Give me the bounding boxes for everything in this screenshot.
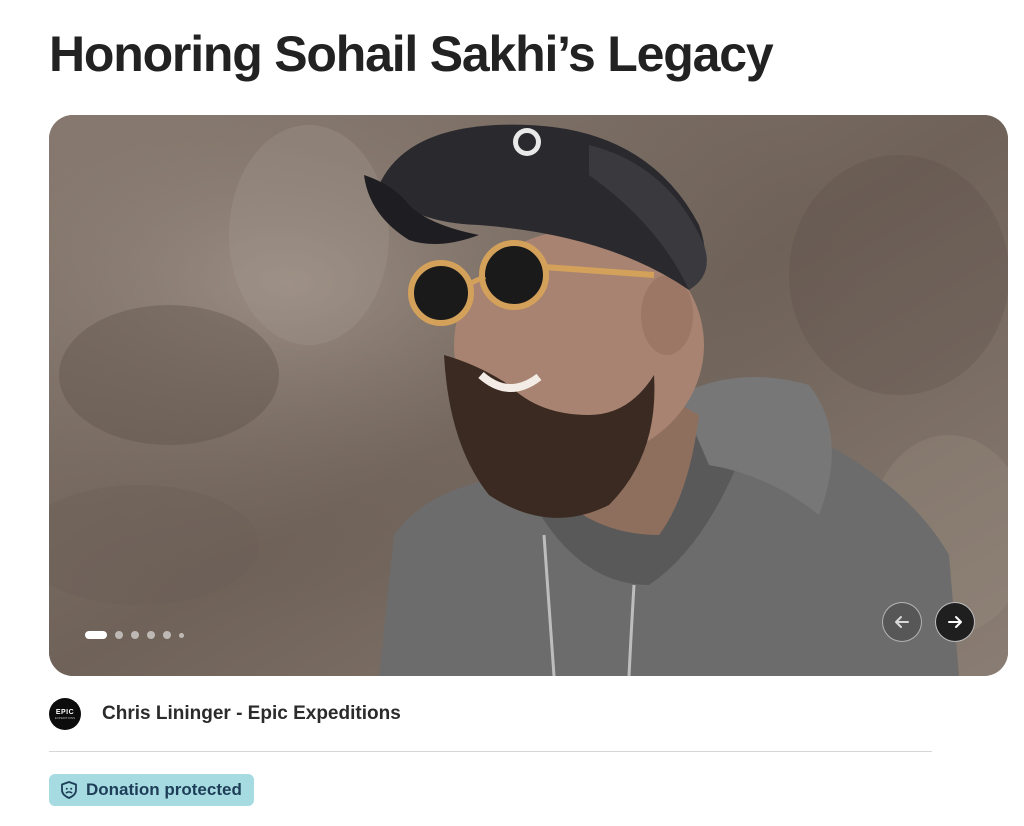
shield-icon [61, 781, 77, 799]
carousel-indicators [85, 631, 184, 639]
carousel-dot[interactable] [179, 632, 184, 638]
page-title: Honoring Sohail Sakhi’s Legacy [49, 26, 774, 82]
organizer[interactable]: EPIC EXPEDITIONS Chris Lininger - Epic E… [49, 698, 401, 730]
previous-slide-button[interactable] [882, 602, 922, 642]
badge-label: Donation protected [86, 780, 242, 799]
arrow-right-icon [948, 616, 962, 628]
divider [49, 751, 932, 752]
hero-carousel[interactable] [49, 115, 1008, 676]
avatar-logo-text: EPIC [55, 708, 75, 716]
organizer-name[interactable]: Chris Lininger - Epic Expeditions [102, 703, 401, 725]
avatar[interactable]: EPIC EXPEDITIONS [49, 698, 81, 730]
carousel-dot-active[interactable] [85, 631, 107, 639]
avatar-logo-subtext: EXPEDITIONS [54, 715, 76, 720]
carousel-dot[interactable] [147, 631, 155, 639]
donation-protected-badge[interactable]: Donation protected [49, 774, 254, 806]
carousel-dot[interactable] [131, 631, 139, 639]
arrow-left-icon [895, 616, 909, 628]
carousel-dot[interactable] [115, 631, 123, 639]
hero-photo [49, 115, 1008, 676]
carousel-dot[interactable] [163, 631, 171, 639]
next-slide-button[interactable] [935, 602, 975, 642]
